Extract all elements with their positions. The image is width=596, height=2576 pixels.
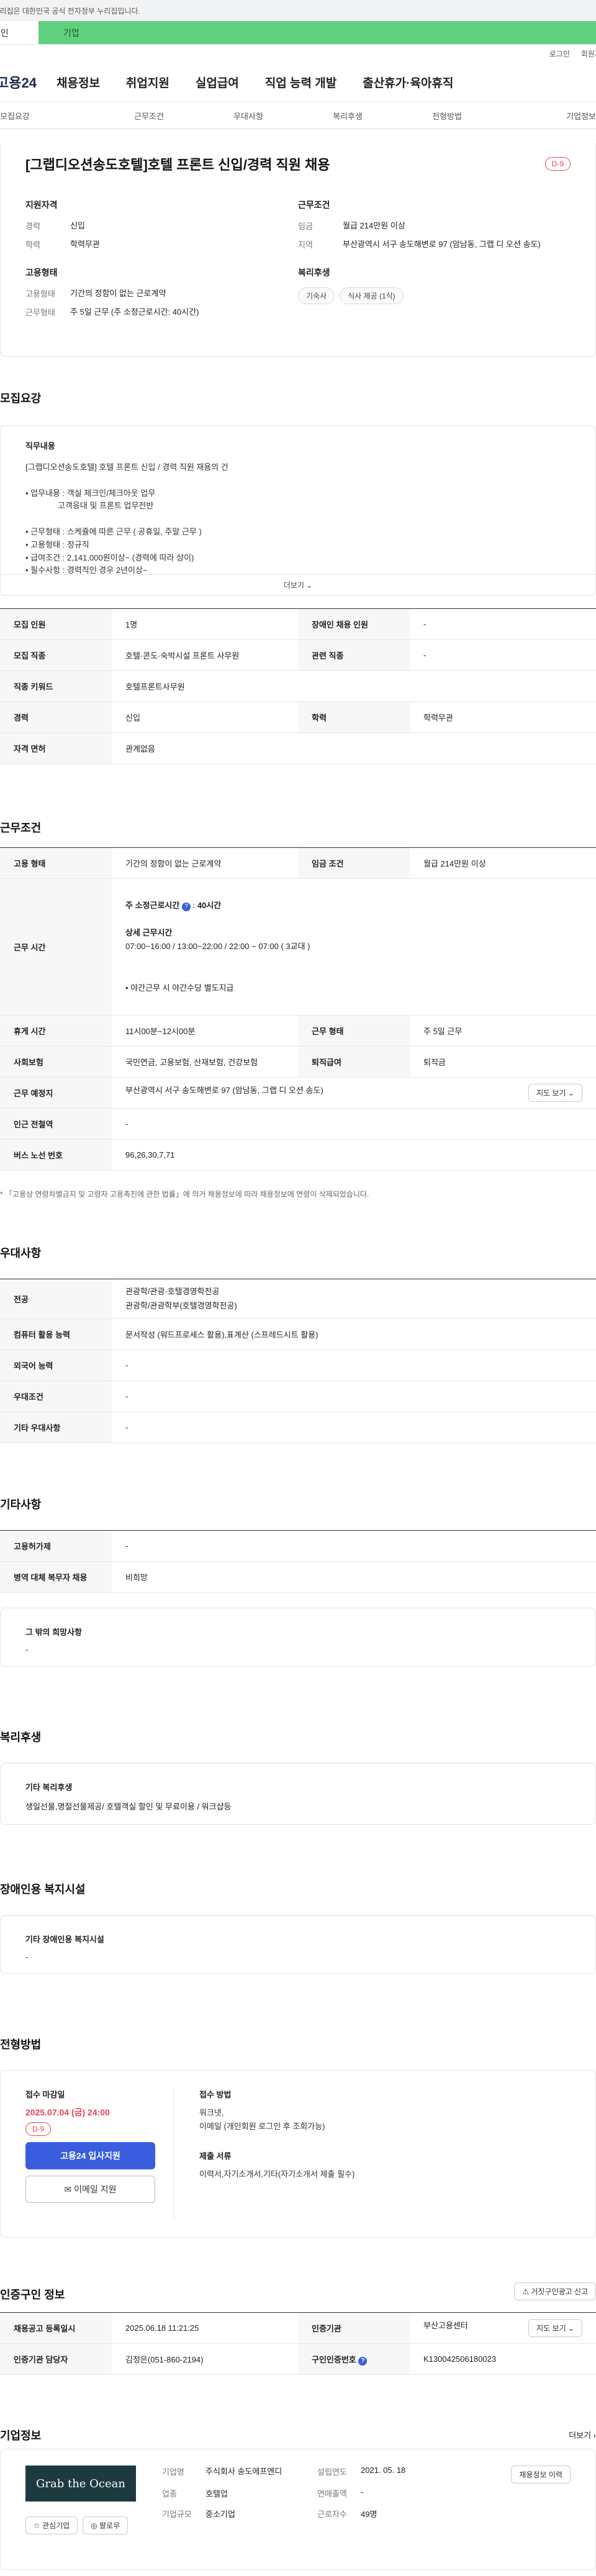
- table-row: 외국어 능력 -: [0, 1349, 596, 1381]
- table-row: 채용공고 등록일시 2025.06.18 11:21:25 인증기관 부산고용센터 지도…: [0, 2312, 596, 2344]
- table-row: 근무 예정지 부산광역시 서구 송도해변로 97 (암남동, 그랩 디 오션 송도…: [0, 1077, 596, 1109]
- company-heading: 기업정보: [0, 2430, 42, 2442]
- table-row: 휴게 시간 11시00분~12시00분 근무 형태 주 5일 근무: [0, 1015, 596, 1047]
- qualification-group: 지원자격 경력 신입 학력 학력무관: [25, 200, 100, 250]
- chevron-down-icon: ⌄: [306, 581, 313, 590]
- cert-heading: 인증구인 정보: [0, 2289, 65, 2301]
- table-row: 고용 형태 기간의 정함이 없는 근로계약 임금 조건 월급 214만원 이상: [0, 847, 596, 879]
- info-icon[interactable]: ?: [358, 2356, 368, 2366]
- pref-table: 전공 관광학/관광·호텔경영학전공 관광학/관광학부(호텔경영학전공) 컴퓨터 활…: [0, 1279, 596, 1443]
- gnb-jobs[interactable]: 채용정보: [43, 74, 113, 91]
- more-button[interactable]: 더보기 ⌄: [1, 574, 595, 595]
- duty-box: 직무내용 [그랩디오션송도호텔] 호텔 프론트 신입 / 경력 직원 채용의 건…: [0, 425, 596, 596]
- follow-button[interactable]: ◎ 팔로우: [83, 2516, 129, 2534]
- table-row: 사회보험 국민연금, 고용보험, 산재보험, 건강보험 퇴직급여 퇴직금: [0, 1046, 596, 1078]
- work-heading: 근무조건: [0, 822, 42, 834]
- table-row: 경력 신입 학력 학력무관: [0, 701, 596, 733]
- tab-company[interactable]: 기업: [38, 21, 596, 44]
- global-nav: 고용24 채용정보 취업지원 실업급여 직업 능력 개발 출산휴가·육아휴직: [0, 62, 596, 102]
- table-row: 직종 키워드 호텔프론트사무원: [0, 670, 596, 702]
- etc-table: 고용허가제 - 병역 대체 복무자 채용 비희망: [0, 1530, 596, 1593]
- join-link[interactable]: 회원가입: [581, 48, 596, 59]
- chevron-down-icon: ⌄: [567, 1089, 574, 1097]
- gov-banner: 이 누리집은 대한민국 공식 전자정부 누리집입니다.: [0, 0, 596, 21]
- table-row: 모집 직종 호텔·콘도·숙박시설 프론트 사무원 관련 직종 -: [0, 639, 596, 671]
- section-nav: 모집요강 근무조건 우대사항 복리후생 전형방법 기업정보: [0, 102, 596, 129]
- mail-icon: ✉: [64, 2184, 72, 2194]
- company-more-link[interactable]: 더보기 ›: [569, 2429, 596, 2441]
- company-box: Grab the Ocean ☆ 관심기업 ◎ 팔로우 기업명 주식회사 송도에프…: [0, 2449, 596, 2570]
- subnav-select[interactable]: 전형방법: [397, 110, 497, 122]
- subnav-pref[interactable]: 우대사항: [199, 110, 298, 122]
- employment-group: 고용형태 고용형태 기간의 정함이 없는 근로계약 근무형태 주 5일 근무 (주 …: [25, 268, 199, 317]
- report-icon: ⚠: [522, 2287, 529, 2296]
- util-bar: 로그인 회원가입: [0, 45, 596, 62]
- table-row: 모집 인원 1명 장애인 채용 인원 -: [0, 608, 596, 640]
- chip-dorm: 기숙사: [298, 287, 335, 304]
- cert-table: 채용공고 등록일시 2025.06.18 11:21:25 인증기관 부산고용센터 지도…: [0, 2312, 596, 2375]
- select-box: 접수 마감일 2025.07.04 (금) 24:00 D-9 고용24 입사지…: [0, 2070, 596, 2238]
- apply-button[interactable]: 고용24 입사지원: [25, 2142, 155, 2169]
- table-row: 전공 관광학/관광·호텔경영학전공 관광학/관광학부(호텔경영학전공): [0, 1279, 596, 1319]
- recruit-table: 모집 인원 1명 장애인 채용 인원 - 모집 직종 호텔·콘도·숙박시설 프론트 사무…: [0, 608, 596, 764]
- table-row: 인증기관 담당자 김정은(051-860-2194) 구인인증번호 ? K130042…: [0, 2343, 596, 2375]
- recruit-heading: 모집요강: [0, 392, 42, 405]
- pref-heading: 우대사항: [0, 1247, 42, 1259]
- work-table: 고용 형태 기간의 정함이 없는 근로계약 임금 조건 월급 214만원 이상 근무 …: [0, 847, 596, 1171]
- hiring-history-button[interactable]: 채용정보 이력: [511, 2466, 571, 2484]
- dday-badge: D-9: [25, 2122, 52, 2136]
- fav-company-button[interactable]: ☆ 관심기업: [25, 2516, 78, 2534]
- table-row: 인근 전철역 -: [0, 1108, 596, 1140]
- disability-box: 기타 장애인용 복지시설 -: [0, 1915, 596, 1974]
- table-row: 버스 노선 번호 96,26,30,7,71: [0, 1139, 596, 1171]
- gnb-leave[interactable]: 출산휴가·육아휴직: [350, 74, 466, 91]
- gnb-training[interactable]: 직업 능력 개발: [252, 74, 350, 91]
- deadline-date: 2025.07.04 (금) 24:00: [25, 2107, 110, 2117]
- table-row: 자격 면허 관계없음: [0, 732, 596, 764]
- table-row: 고용허가제 -: [0, 1530, 596, 1562]
- cert-map-button[interactable]: 지도 보기 ⌄: [528, 2319, 582, 2337]
- gnb-employment-support[interactable]: 취업지원: [113, 74, 183, 91]
- disability-heading: 장애인용 복지시설: [0, 1883, 86, 1896]
- email-apply-button[interactable]: ✉ 이메일 지원: [25, 2176, 155, 2203]
- table-row: 우대조건 -: [0, 1380, 596, 1412]
- subnav-welfare[interactable]: 복리후생: [298, 110, 397, 122]
- welfare-heading: 복리후생: [0, 1731, 42, 1744]
- table-row: 기타 우대사항 -: [0, 1412, 596, 1443]
- info-icon[interactable]: ?: [181, 903, 191, 912]
- star-icon: ☆: [34, 2521, 40, 2530]
- map-button[interactable]: 지도 보기 ⌄: [528, 1084, 582, 1102]
- top-tabs: 개인 기업: [0, 21, 596, 45]
- job-summary-card: [그랩디오션송도호텔]호텔 프론트 신입/경력 직원 채용 D-9 지원자격 경…: [0, 143, 596, 357]
- table-row: 병역 대체 복무자 채용 비희망: [0, 1561, 596, 1593]
- job-title: [그랩디오션송도호텔]호텔 프론트 신입/경력 직원 채용: [25, 157, 330, 173]
- welfare-group: 복리후생 기숙사 식사 제공 (1식): [298, 266, 571, 324]
- report-button[interactable]: ⚠ 거짓구인광고 신고: [514, 2282, 596, 2300]
- subnav-company[interactable]: 기업정보: [497, 110, 596, 122]
- follow-icon: ◎: [91, 2521, 97, 2530]
- hope-box: 그 밖의 희망사항 -: [0, 1608, 596, 1667]
- subnav-work[interactable]: 근무조건: [99, 110, 199, 122]
- dday-badge: D-9: [544, 157, 571, 171]
- login-link[interactable]: 로그인: [549, 48, 570, 59]
- age-note: * 「고용상 연령차별금지 및 고령자 고용촉진에 관한 법률」에 의거 채용정…: [0, 1190, 369, 1199]
- gnb-unemployment[interactable]: 실업급여: [183, 74, 252, 91]
- company-logo: Grab the Ocean: [25, 2466, 136, 2502]
- condition-group: 근무조건 임금 월급 214만원 이상 지역 부산광역시 서구 송도해변로 97 (…: [298, 200, 541, 250]
- site-logo[interactable]: 고용24: [0, 72, 43, 92]
- chip-meal: 식사 제공 (1식): [340, 287, 404, 304]
- etc-heading: 기타사항: [0, 1498, 42, 1511]
- subnav-recruit[interactable]: 모집요강: [0, 110, 99, 122]
- table-row: 컴퓨터 활용 능력 문서작성 (워드프로세스 활용),표계산 (스프레드시트 활용…: [0, 1318, 596, 1350]
- tab-personal[interactable]: 개인: [0, 21, 38, 44]
- select-heading: 전형방법: [0, 2038, 42, 2051]
- gov-banner-text: 이 누리집은 대한민국 공식 전자정부 누리집입니다.: [0, 6, 140, 16]
- welfare-box: 기타 복리후생 생일선물,명절선물제공/ 호텔객실 할인 및 무료이용 / 워크…: [0, 1763, 596, 1825]
- table-row: 근무 시간 주 소정근로시간 ? : 40시간 상세 근무시간 07:00~16…: [0, 878, 596, 1016]
